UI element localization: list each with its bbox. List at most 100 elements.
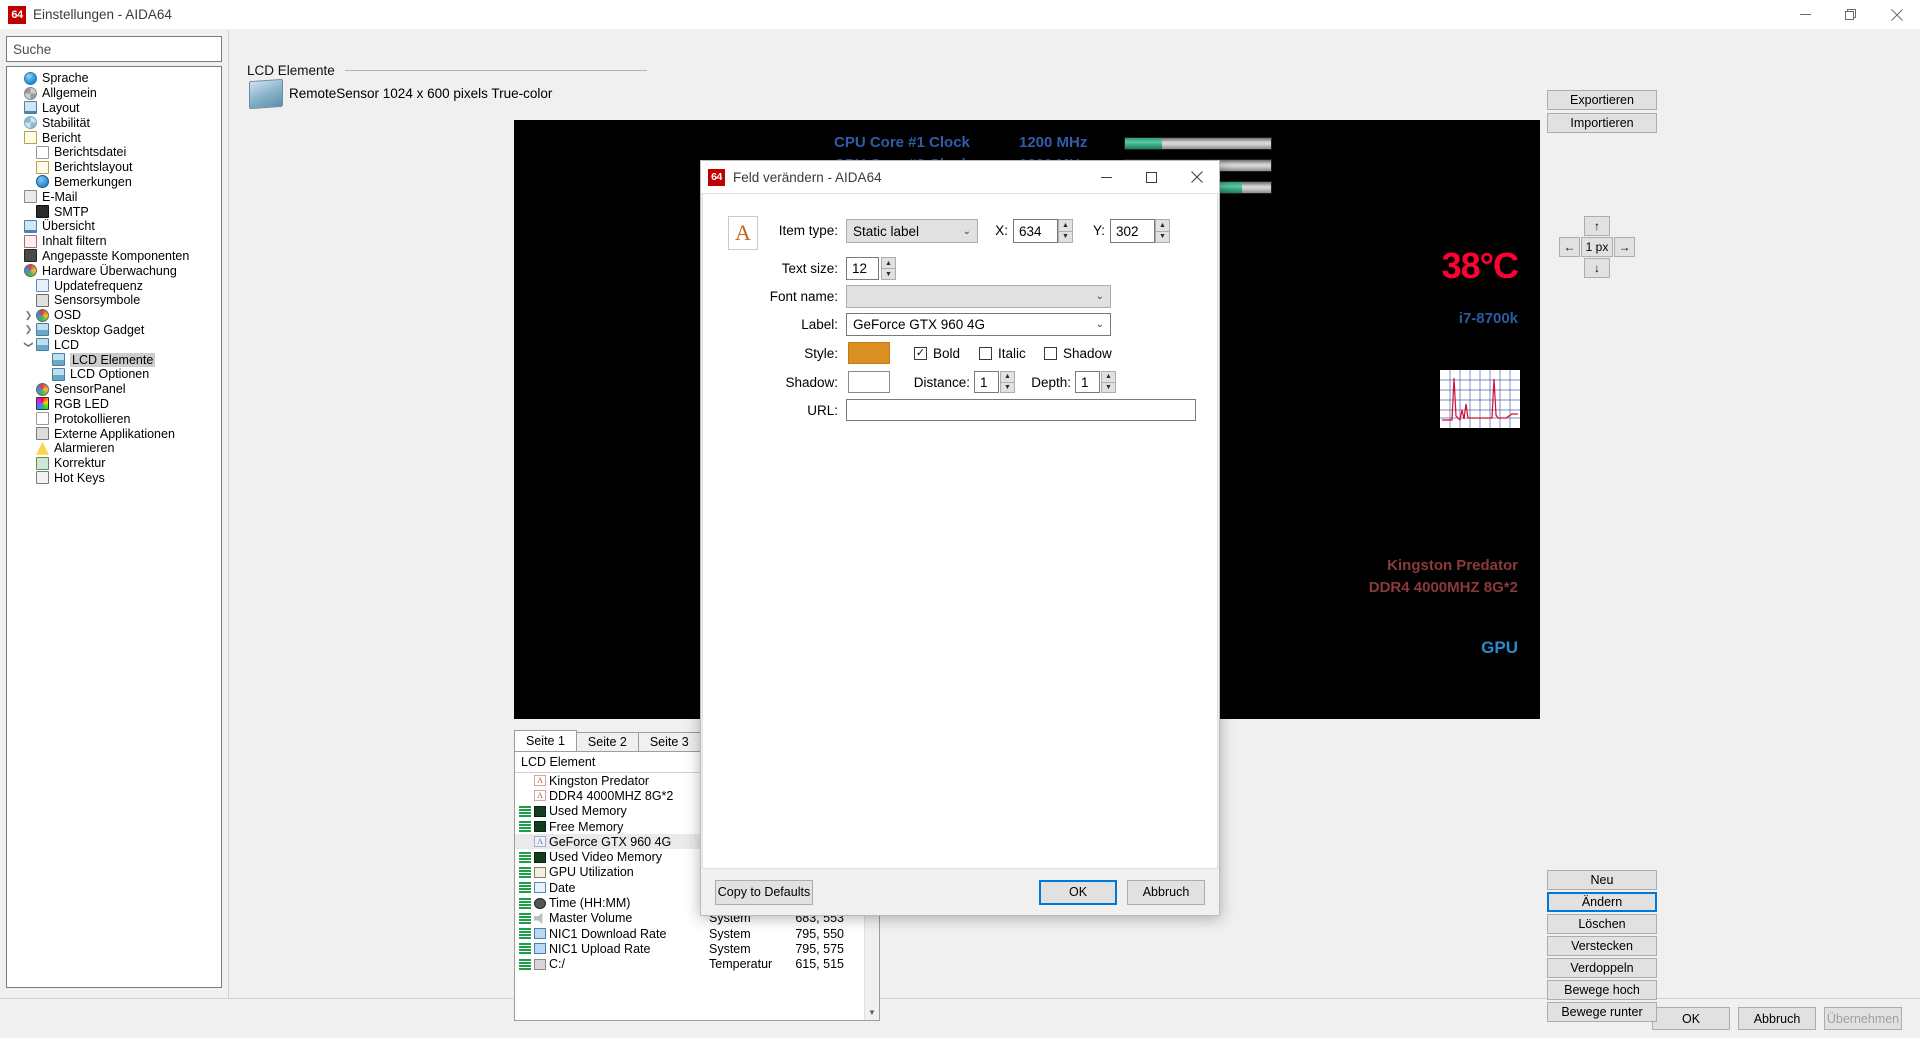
minimize-icon[interactable] [1782,0,1828,30]
löschen-button[interactable]: Löschen [1547,914,1657,934]
bewege-hoch-button[interactable]: Bewege hoch [1547,980,1657,1000]
table-cell-element: Time (HH:MM) [515,896,703,910]
sidebar-item-bersicht[interactable]: Übersicht [7,219,221,234]
sidebar-item-hot-keys[interactable]: Hot Keys [7,471,221,486]
checkbox-bold[interactable]: ✓ Bold [914,346,960,361]
table-row[interactable]: NIC1 Upload Rate System 795, 575 [515,941,879,956]
bewege-runter-button[interactable]: Bewege runter [1547,1002,1657,1022]
sidebar-item-inhalt-filtern[interactable]: Inhalt filtern [7,234,221,249]
sidebar-item-berichtsdatei[interactable]: Berichtsdatei [7,145,221,160]
sidebar-item-korrektur[interactable]: Korrektur [7,456,221,471]
sidebar-item-label: E-Mail [42,189,78,204]
chevron-down-icon: ⌄ [1095,291,1104,302]
chevron-right-icon[interactable]: ❯ [23,324,34,335]
sidebar-item-sensorsymbole[interactable]: Sensorsymbole [7,293,221,308]
settings-tree[interactable]: Sprache Allgemein Layout Stabilität Bericht B… [6,66,222,988]
checkbox-italic[interactable]: Italic [979,346,1026,361]
sidebar-item-allgemein[interactable]: Allgemein [7,86,221,101]
sidebar-item-label: Bericht [42,130,81,145]
table-row[interactable]: NIC1 Download Rate System 795, 550 [515,926,879,941]
sidebar-item-layout[interactable]: Layout [7,101,221,116]
sidebar-item-stabilit-t[interactable]: Stabilität [7,115,221,130]
chevron-right-icon[interactable]: ❯ [23,310,34,321]
verdoppeln-button[interactable]: Verdoppeln [1547,958,1657,978]
depth-stepper[interactable]: ▲ ▼ [1101,371,1116,393]
style-color-swatch[interactable] [848,342,890,364]
copy-to-defaults-button[interactable]: Copy to Defaults [715,879,813,905]
close-icon[interactable] [1874,0,1920,30]
tab-seite-1[interactable]: Seite 1 [514,730,577,751]
y-stepper[interactable]: ▲ ▼ [1155,219,1170,243]
sidebar-item-externe-applikationen[interactable]: Externe Applikationen [7,426,221,441]
chevron-down-icon[interactable]: ❯ [23,339,34,350]
item-type-select[interactable]: Static label ⌄ [846,219,978,243]
nudge-up-button[interactable]: ↑ [1584,216,1610,236]
dialog-maximize-icon[interactable] [1129,161,1174,193]
gear2-icon [23,116,38,130]
sidebar-item-e-mail[interactable]: E-Mail [7,189,221,204]
dialog-close-icon[interactable] [1174,161,1219,193]
table-column-header[interactable]: LCD Element [515,752,703,772]
sidebar-item-berichtslayout[interactable]: Berichtslayout [7,160,221,175]
distance-input[interactable]: 1 [974,371,999,393]
ok-button[interactable]: OK [1652,1007,1730,1030]
sidebar-item-osd[interactable]: ❯ OSD [7,308,221,323]
sidebar-item-hardware-berwachung[interactable]: Hardware Überwachung [7,263,221,278]
verstecken-button[interactable]: Verstecken [1547,936,1657,956]
sidebar-item-sensorpanel[interactable]: SensorPanel [7,382,221,397]
scroll-down-icon[interactable]: ▼ [865,1005,879,1020]
shadow-color-swatch[interactable] [848,371,890,393]
cancel-button[interactable]: Abbruch [1738,1007,1816,1030]
sidebar-item-smtp[interactable]: SMTP [7,204,221,219]
table-cell-element-label: Time (HH:MM) [549,896,631,911]
table-row[interactable]: C:/ Temperatur 615, 515 [515,957,879,972]
sidebar-item-updatefrequenz[interactable]: Updatefrequenz [7,278,221,293]
ändern-button[interactable]: Ändern [1547,892,1657,912]
sidebar-item-desktop-gadget[interactable]: ❯ Desktop Gadget [7,323,221,338]
url-input[interactable] [846,399,1196,421]
distance-stepper[interactable]: ▲ ▼ [1000,371,1015,393]
text-size-input[interactable]: 12 [846,257,879,280]
dialog-ok-button[interactable]: OK [1039,879,1117,905]
maximize-icon[interactable] [1828,0,1874,30]
sidebar-item-angepasste-komponenten[interactable]: Angepasste Komponenten [7,249,221,264]
sidebar-item-lcd-elemente[interactable]: LCD Elemente [7,352,221,367]
dialog-minimize-icon[interactable] [1084,161,1129,193]
nudge-right-button[interactable]: → [1614,237,1635,257]
sensor-bars-icon [519,882,531,894]
sensor-bars-icon [519,851,531,863]
neu-button[interactable]: Neu [1547,870,1657,890]
x-input[interactable]: 634 [1013,219,1058,243]
sidebar-item-alarmieren[interactable]: Alarmieren [7,441,221,456]
tab-seite-2[interactable]: Seite 2 [575,732,639,751]
sidebar-item-rgb-led[interactable]: RGB LED [7,397,221,412]
nudge-step-value[interactable]: 1 px [1581,237,1613,257]
font-name-select[interactable]: ⌄ [846,285,1111,308]
sidebar-item-lcd[interactable]: ❯ LCD [7,337,221,352]
dialog-cancel-button[interactable]: Abbruch [1127,879,1205,905]
text-size-stepper[interactable]: ▲ ▼ [881,257,896,280]
export-button[interactable]: Exportieren [1547,90,1657,110]
nudge-down-button[interactable]: ↓ [1584,258,1610,278]
checkbox-shadow[interactable]: Shadow [1044,346,1112,361]
sidebar-item-bemerkungen[interactable]: Bemerkungen [7,175,221,190]
x-stepper[interactable]: ▲ ▼ [1058,219,1073,243]
tab-seite-3[interactable]: Seite 3 [637,732,701,751]
nudge-left-button[interactable]: ← [1559,237,1580,257]
item-type-value: Static label [853,223,920,239]
external-icon [35,427,50,441]
shadow-label: Shadow: [785,375,838,390]
import-button[interactable]: Importieren [1547,113,1657,133]
sidebar-item-bericht[interactable]: Bericht [7,130,221,145]
sidebar-item-sprache[interactable]: Sprache [7,71,221,86]
label-combo[interactable]: GeForce GTX 960 4G ⌄ [846,313,1111,336]
edit-field-dialog: 64 Feld verändern - AIDA64 A Item type: … [700,160,1220,916]
sidebar-item-protokollieren[interactable]: Protokollieren [7,411,221,426]
sidebar-item-lcd-optionen[interactable]: LCD Optionen [7,367,221,382]
y-input[interactable]: 302 [1110,219,1155,243]
search-input[interactable]: Suche [6,36,222,62]
depth-input[interactable]: 1 [1075,371,1100,393]
